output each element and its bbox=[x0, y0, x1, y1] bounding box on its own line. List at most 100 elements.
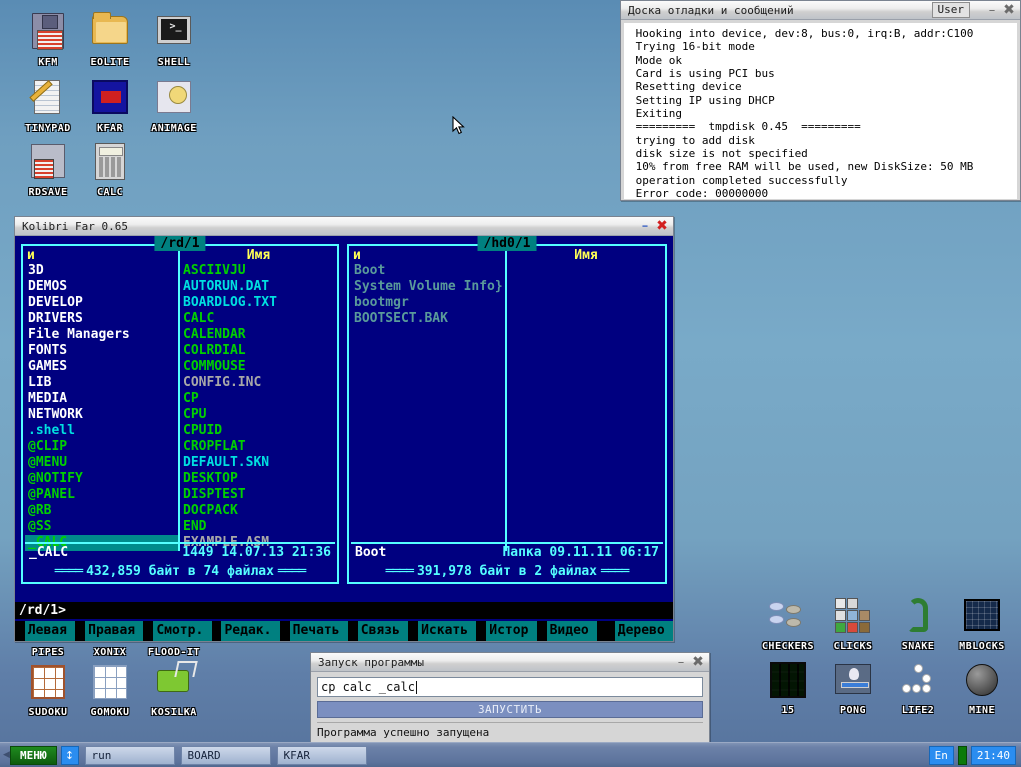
taskbar-task-list[interactable]: run BOARD KFAR bbox=[85, 746, 373, 765]
icon-art bbox=[32, 13, 64, 49]
right-panel-file-list-1[interactable]: BootSystem Volume Info}bootmgrBOOTSECT.B… bbox=[351, 263, 505, 327]
desktop-icon-mblocks[interactable]: MBLOCKS bbox=[944, 594, 1020, 652]
function-key-f8[interactable]: 8Истор bbox=[476, 621, 536, 641]
file-entry[interactable]: @MENU bbox=[25, 455, 178, 471]
left-panel-path[interactable]: /rd/1 bbox=[154, 236, 205, 251]
taskbar-button-kfar[interactable]: KFAR bbox=[277, 746, 367, 765]
far-titlebar[interactable]: Kolibri Far 0.65 – ✖ bbox=[15, 217, 673, 236]
taskbar-button-board[interactable]: BOARD bbox=[181, 746, 271, 765]
file-entry[interactable]: CALENDAR bbox=[180, 327, 335, 343]
file-entry[interactable]: @CLIP bbox=[25, 439, 178, 455]
file-entry[interactable]: 3D bbox=[25, 263, 178, 279]
function-key-f4[interactable]: 4Редак. bbox=[212, 621, 280, 641]
file-entry[interactable]: BOARDLOG.TXT bbox=[180, 295, 335, 311]
start-menu-button[interactable]: МЕНЮ bbox=[10, 746, 57, 765]
minimize-icon[interactable]: – bbox=[673, 656, 689, 669]
file-entry[interactable]: @PANEL bbox=[25, 487, 178, 503]
debug-board-titlebar[interactable]: Доска отладки и сообщений User – ✖ bbox=[621, 1, 1020, 20]
icon-art bbox=[770, 662, 806, 698]
function-key-f7[interactable]: 7Искать bbox=[408, 621, 476, 641]
close-icon[interactable]: ✖ bbox=[1000, 3, 1018, 17]
file-entry[interactable]: DOCPACK bbox=[180, 503, 335, 519]
desktop-icon-kosilka[interactable]: KOSILKA bbox=[136, 660, 212, 718]
file-entry[interactable]: DEFAULT.SKN bbox=[180, 455, 335, 471]
file-entry[interactable]: @SS bbox=[25, 519, 178, 535]
left-panel-column-1[interactable]: и 3DDEMOSDEVELOPDRIVERSFile ManagersFONT… bbox=[25, 248, 180, 551]
file-entry[interactable]: DEVELOP bbox=[25, 295, 178, 311]
file-entry[interactable]: DESKTOP bbox=[180, 471, 335, 487]
desktop-icon-shell[interactable]: SHELL bbox=[136, 10, 212, 68]
taskbar-button-run[interactable]: run bbox=[85, 746, 175, 765]
file-entry[interactable]: CPU bbox=[180, 407, 335, 423]
right-panel-column-1[interactable]: и BootSystem Volume Info}bootmgrBOOTSECT… bbox=[351, 248, 507, 551]
file-entry[interactable]: DISPTEST bbox=[180, 487, 335, 503]
clock[interactable]: 21:40 bbox=[971, 746, 1016, 765]
function-key-f3[interactable]: 3Смотр. bbox=[143, 621, 211, 641]
far-left-panel[interactable]: /rd/1 и 3DDEMOSDEVELOPDRIVERSFile Manage… bbox=[21, 244, 339, 584]
command-input[interactable]: cp calc _calc bbox=[317, 677, 703, 697]
animg-icon bbox=[152, 76, 196, 120]
far-manager-window[interactable]: Kolibri Far 0.65 – ✖ /rd/1 и 3DDEMOSDEVE… bbox=[14, 216, 674, 642]
file-entry[interactable]: NETWORK bbox=[25, 407, 178, 423]
user-button[interactable]: User bbox=[932, 2, 971, 18]
file-entry[interactable]: CP bbox=[180, 391, 335, 407]
file-entry[interactable]: System Volume Info} bbox=[351, 279, 505, 295]
file-entry[interactable]: FONTS bbox=[25, 343, 178, 359]
file-entry[interactable]: @NOTIFY bbox=[25, 471, 178, 487]
file-entry[interactable]: .shell bbox=[25, 423, 178, 439]
function-key-f6[interactable]: 6Связь bbox=[348, 621, 408, 641]
file-entry[interactable]: DRIVERS bbox=[25, 311, 178, 327]
run-dialog-titlebar[interactable]: Запуск программы – ✖ bbox=[311, 653, 709, 672]
file-entry[interactable]: @RB bbox=[25, 503, 178, 519]
function-key-f5[interactable]: 5Печать bbox=[280, 621, 348, 641]
desktop-icon-calc[interactable]: CALC bbox=[72, 140, 148, 198]
file-entry[interactable]: GAMES bbox=[25, 359, 178, 375]
function-key-f1[interactable]: 1Левая bbox=[15, 621, 75, 641]
left-panel-column-2[interactable]: Имя ASCIIVJUAUTORUN.DATBOARDLOG.TXTCALCC… bbox=[180, 248, 335, 551]
taskbar[interactable]: ◀ МЕНЮ ↕ run BOARD KFAR En 21:40 bbox=[0, 742, 1021, 767]
file-entry[interactable]: CONFIG.INC bbox=[180, 375, 335, 391]
file-entry[interactable]: AUTORUN.DAT bbox=[180, 279, 335, 295]
desktop-icon-animage[interactable]: ANIMAGE bbox=[136, 76, 212, 134]
file-entry[interactable]: Boot bbox=[351, 263, 505, 279]
file-entry[interactable]: LIB bbox=[25, 375, 178, 391]
file-entry[interactable]: CROPFLAT bbox=[180, 439, 335, 455]
left-panel-file-list-2[interactable]: ASCIIVJUAUTORUN.DATBOARDLOG.TXTCALCCALEN… bbox=[180, 263, 335, 551]
function-key-f2[interactable]: 2Правая bbox=[75, 621, 143, 641]
left-panel-total: ════ 432,859 байт в 74 файлах ════ bbox=[25, 562, 335, 580]
file-entry[interactable]: END bbox=[180, 519, 335, 535]
file-entry[interactable]: CALC bbox=[180, 311, 335, 327]
right-panel-path[interactable]: /hd0/1 bbox=[478, 236, 537, 251]
file-entry[interactable]: bootmgr bbox=[351, 295, 505, 311]
file-entry[interactable]: ASCIIVJU bbox=[180, 263, 335, 279]
debug-board-window[interactable]: Доска отладки и сообщений User – ✖ Hooki… bbox=[620, 0, 1021, 201]
file-entry[interactable]: COMMOUSE bbox=[180, 359, 335, 375]
window-cycle-icon[interactable]: ↕ bbox=[61, 746, 79, 765]
file-entry[interactable]: BOOTSECT.BAK bbox=[351, 311, 505, 327]
far-right-panel[interactable]: /hd0/1 и BootSystem Volume Info}bootmgrB… bbox=[347, 244, 667, 584]
far-function-key-bar[interactable]: 1Левая2Правая3Смотр.4Редак.5Печать6Связь… bbox=[15, 621, 673, 641]
file-entry[interactable]: MEDIA bbox=[25, 391, 178, 407]
file-entry[interactable]: CPUID bbox=[180, 423, 335, 439]
taskbar-grip-icon[interactable]: ◀ bbox=[3, 747, 10, 763]
function-key-number: 2 bbox=[75, 621, 85, 641]
function-key-f10[interactable]: 10Дерево bbox=[597, 621, 673, 641]
language-indicator[interactable]: En bbox=[929, 746, 954, 765]
file-entry[interactable]: COLRDIAL bbox=[180, 343, 335, 359]
left-panel-file-list-1[interactable]: 3DDEMOSDEVELOPDRIVERSFile ManagersFONTSG… bbox=[25, 263, 178, 551]
run-program-dialog[interactable]: Запуск программы – ✖ cp calc _calc ЗАПУС… bbox=[310, 652, 710, 742]
tray-indicator-icon[interactable] bbox=[958, 746, 967, 765]
right-panel-column-2[interactable]: Имя bbox=[507, 248, 663, 551]
desktop-icon-mine[interactable]: MINE bbox=[944, 658, 1020, 716]
close-icon[interactable]: ✖ bbox=[689, 655, 707, 669]
run-button[interactable]: ЗАПУСТИТЬ bbox=[317, 701, 703, 718]
file-entry[interactable]: File Managers bbox=[25, 327, 178, 343]
minimize-icon[interactable]: – bbox=[984, 4, 1000, 17]
close-icon[interactable]: ✖ bbox=[653, 219, 671, 233]
function-key-f9[interactable]: 9Видео bbox=[537, 621, 597, 641]
function-key-label: Связь bbox=[358, 621, 409, 641]
far-command-line[interactable]: /rd/1> bbox=[15, 602, 673, 619]
minimize-icon[interactable]: – bbox=[637, 220, 653, 233]
file-entry[interactable]: DEMOS bbox=[25, 279, 178, 295]
total-text: 432,859 байт в 74 файлах bbox=[82, 564, 278, 579]
